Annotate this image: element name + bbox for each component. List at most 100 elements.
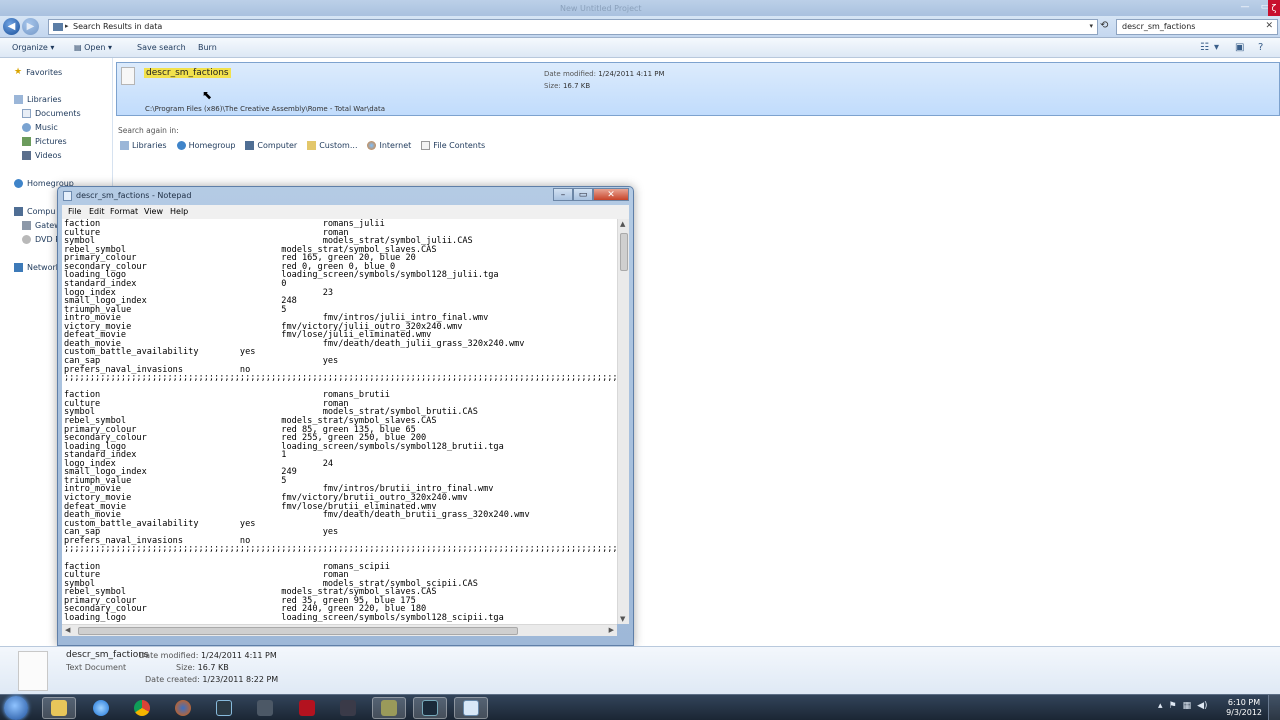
search-again-libraries[interactable]: Libraries: [120, 141, 167, 150]
vertical-scroll-thumb[interactable]: [620, 233, 628, 271]
clock[interactable]: 6:10 PM 9/3/2012: [1226, 698, 1262, 718]
menu-edit[interactable]: Edit: [89, 207, 105, 216]
nav-favorites-label: Favorites: [26, 67, 63, 77]
search-again-file-contents-label: File Contents: [433, 141, 486, 150]
homegroup-icon: [176, 141, 186, 150]
scroll-up-icon[interactable]: ▲: [620, 220, 625, 228]
notepad-task-button[interactable]: [454, 697, 488, 719]
horizontal-scrollbar[interactable]: ◀ ▶: [62, 624, 617, 636]
pictures-icon: [22, 137, 31, 146]
open-label: Open: [84, 43, 106, 52]
details-date-modified: Date modified: 1/24/2011 4:11 PM: [139, 651, 277, 660]
steam-task-button[interactable]: [248, 697, 282, 719]
libraries-icon: [14, 95, 23, 104]
media-icon: [340, 700, 356, 716]
details-file-name: descr_sm_factions: [66, 650, 149, 660]
window-controls: — ▭: [1238, 2, 1272, 12]
organize-button[interactable]: Organize ▾: [12, 43, 54, 52]
details-size-label: Size:: [176, 663, 196, 672]
forward-button[interactable]: ▶: [22, 18, 39, 35]
game-task-button[interactable]: [372, 697, 406, 719]
volume-icon[interactable]: ◀): [1197, 701, 1207, 711]
search-again-homegroup[interactable]: Homegroup: [176, 141, 235, 150]
nav-network-label: Network: [27, 263, 61, 272]
nav-gateway[interactable]: Gatew: [22, 221, 61, 230]
drive-icon: [22, 221, 31, 230]
nav-favorites[interactable]: ★ Favorites: [14, 67, 62, 77]
scroll-right-icon[interactable]: ▶: [609, 626, 614, 634]
menu-file[interactable]: File: [68, 207, 81, 216]
nav-videos[interactable]: Videos: [22, 151, 62, 160]
search-again-computer-label: Computer: [257, 141, 298, 150]
media-task-button[interactable]: [331, 697, 365, 719]
nav-pictures[interactable]: Pictures: [22, 137, 67, 146]
burn-button[interactable]: Burn: [198, 43, 217, 52]
firefox-task-button[interactable]: [166, 697, 200, 719]
preview-pane-icon[interactable]: ▣: [1235, 42, 1244, 53]
search-again-computer[interactable]: Computer: [245, 141, 297, 150]
show-desktop-button[interactable]: [1268, 695, 1280, 720]
clear-search-icon[interactable]: ✕: [1265, 21, 1273, 31]
result-date-modified: Date modified: 1/24/2011 4:11 PM: [544, 70, 665, 78]
refresh-icon[interactable]: ⟲: [1100, 20, 1108, 31]
search-input-value: descr_sm_factions: [1122, 22, 1196, 31]
game-icon: [381, 700, 397, 716]
chevron-right-icon[interactable]: ▸: [65, 22, 69, 30]
back-button[interactable]: ◀: [3, 18, 20, 35]
total-war-task-button[interactable]: [290, 697, 324, 719]
network-tray-icon[interactable]: ▦: [1183, 701, 1192, 711]
chevron-down-icon[interactable]: ▾: [1214, 42, 1219, 53]
taskbar: ▴ ⚑ ▦ ◀) 6:10 PM 9/3/2012: [0, 694, 1280, 720]
result-file-path: C:\Program Files (x86)\The Creative Asse…: [145, 105, 386, 113]
details-file-type: Text Document: [66, 663, 127, 672]
notepad-window[interactable]: descr_sm_factions - Notepad – ▭ ✕ File E…: [57, 186, 634, 646]
music-icon: [22, 123, 31, 132]
explorer-task-button[interactable]: [42, 697, 76, 719]
close-button[interactable]: ✕: [593, 188, 629, 201]
scroll-left-icon[interactable]: ◀: [65, 626, 70, 634]
notepad-text-area[interactable]: faction romans_julii culture roman symbo…: [62, 219, 617, 624]
help-icon[interactable]: ?: [1258, 42, 1263, 53]
scroll-down-icon[interactable]: ▼: [620, 615, 625, 623]
text-file-icon: [18, 651, 48, 691]
nav-documents[interactable]: Documents: [22, 109, 81, 118]
show-hidden-icons-icon[interactable]: ▴: [1158, 701, 1163, 711]
nav-computer[interactable]: Compu: [14, 207, 55, 216]
result-date-modified-label: Date modified:: [544, 70, 596, 78]
result-file-name[interactable]: descr_sm_factions: [144, 68, 231, 78]
breadcrumb[interactable]: Search Results in data: [73, 22, 162, 31]
chrome-task-button[interactable]: [125, 697, 159, 719]
nav-dvd[interactable]: DVD R: [22, 235, 61, 244]
vertical-scrollbar[interactable]: ▲ ▼: [617, 219, 629, 624]
menu-view[interactable]: View: [144, 207, 163, 216]
nav-music[interactable]: Music: [22, 123, 58, 132]
minimize-button[interactable]: –: [553, 188, 573, 201]
notepad-icon: [463, 700, 479, 716]
start-button[interactable]: [4, 696, 28, 720]
monitor-task-button[interactable]: [413, 697, 447, 719]
save-search-button[interactable]: Save search: [137, 43, 186, 52]
menu-help[interactable]: Help: [170, 207, 188, 216]
search-again-internet[interactable]: Internet: [367, 141, 411, 150]
open-button[interactable]: ▤ Open ▾: [74, 43, 112, 52]
search-result-item[interactable]: descr_sm_factions C:\Program Files (x86)…: [116, 62, 1280, 116]
details-date-created: Date created: 1/23/2011 8:22 PM: [145, 675, 278, 684]
chevron-down-icon[interactable]: ▾: [1089, 22, 1093, 30]
flag-icon[interactable]: ⚑: [1169, 701, 1177, 711]
search-again-file-contents[interactable]: File Contents: [421, 141, 485, 150]
nav-libraries[interactable]: Libraries: [14, 95, 62, 104]
maximize-button[interactable]: ▭: [573, 188, 593, 201]
search-again-custom-label: Custom...: [319, 141, 358, 150]
search-again-custom[interactable]: Custom...: [307, 141, 357, 150]
search-input[interactable]: descr_sm_factions ✕: [1116, 19, 1278, 35]
terminal-task-button[interactable]: [207, 697, 241, 719]
notepad-text-content: faction romans_julii culture roman symbo…: [64, 219, 617, 623]
view-options-icon[interactable]: ☷: [1200, 42, 1209, 53]
internet-explorer-task-button[interactable]: [84, 697, 118, 719]
address-field[interactable]: ▸ Search Results in data ▾: [48, 19, 1098, 35]
nav-network[interactable]: Network: [14, 263, 60, 272]
minimize-icon[interactable]: —: [1238, 2, 1252, 12]
horizontal-scroll-thumb[interactable]: [78, 627, 518, 635]
menu-format[interactable]: Format: [110, 207, 138, 216]
star-icon: ★: [14, 67, 23, 77]
